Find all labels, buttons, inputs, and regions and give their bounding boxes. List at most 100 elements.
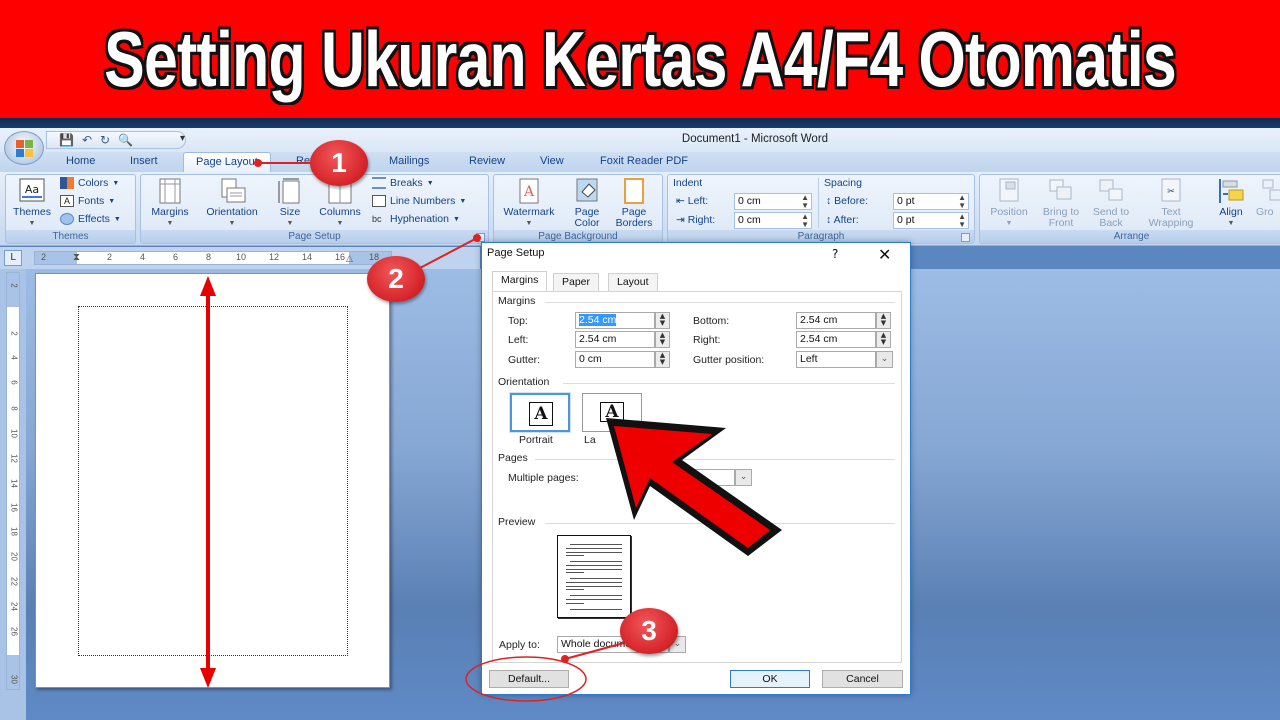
chevron-down-icon[interactable]: ⌄ — [876, 351, 893, 368]
step-badge-1: 1 — [310, 140, 368, 186]
breaks-button[interactable]: Breaks ▼ — [372, 177, 434, 189]
ruler-tick: 16 — [335, 252, 346, 262]
tab-review[interactable]: Review — [469, 155, 505, 167]
ok-button[interactable]: OK — [730, 670, 810, 688]
send-to-back-icon — [1099, 179, 1123, 201]
spinner-icon[interactable]: ▲ ▼ — [801, 194, 809, 210]
hyphenation-button[interactable]: bc Hyphenation ▼ — [372, 213, 460, 225]
orientation-button[interactable]: Orientation ▼ — [197, 178, 267, 229]
page-color-button[interactable]: Page Color — [566, 178, 608, 229]
left-margin-input[interactable]: 2.54 cm — [575, 331, 655, 348]
tab-mailings[interactable]: Mailings — [389, 155, 429, 167]
line-numbers-label: Line Numbers — [390, 195, 456, 207]
watermark-button[interactable]: A Watermark ▼ — [497, 178, 561, 229]
breaks-label: Breaks — [390, 177, 423, 189]
help-button[interactable]: ? — [832, 247, 838, 261]
group-button[interactable]: Gro — [1256, 178, 1280, 218]
multiple-pages-select[interactable] — [650, 469, 735, 486]
gutter-spinner[interactable]: ▲ ▼ — [655, 351, 670, 368]
vertical-ruler[interactable]: 2 2 4 6 8 10 12 14 16 18 20 22 24 26 30 — [6, 272, 20, 690]
chevron-down-icon[interactable]: ⌄ — [735, 469, 752, 486]
right-margin-spinner[interactable]: ▲ ▼ — [876, 331, 891, 348]
tab-view[interactable]: View — [540, 155, 564, 167]
tab-margins[interactable]: Margins — [492, 271, 548, 292]
align-button[interactable]: Align ▼ — [1210, 178, 1252, 229]
right-indent-marker-icon[interactable]: △ — [346, 254, 353, 264]
colors-button[interactable]: Colors ▼ — [60, 177, 119, 189]
effects-button[interactable]: Effects ▼ — [60, 213, 121, 225]
close-button[interactable]: ✕ — [878, 245, 891, 264]
multiple-pages-label: Multiple pages: — [508, 472, 579, 484]
preview-line — [570, 544, 622, 545]
tab-home[interactable]: Home — [66, 155, 95, 167]
page-setup-dialog-launcher[interactable] — [476, 233, 485, 242]
ruler-tick: 8 — [206, 252, 212, 262]
indent-left-icon: ⇤ — [676, 195, 685, 207]
bottom-margin-input[interactable]: 2.54 cm — [796, 312, 876, 329]
preview-line — [570, 561, 622, 562]
margins-section-label: Margins — [498, 295, 536, 307]
landscape-button[interactable]: A — [582, 393, 642, 432]
tab-selector-button[interactable]: L — [4, 250, 22, 266]
ruler-tick: 24 — [9, 602, 19, 611]
text-boundary[interactable] — [78, 306, 348, 656]
tab-paper[interactable]: Paper — [553, 273, 600, 291]
spacing-after-input[interactable]: 0 pt ▲ ▼ — [893, 212, 969, 229]
banner-title: Setting Ukuran Kertas A4/F4 Otomatis — [104, 14, 1177, 103]
window-title: Document1 - Microsoft Word — [681, 133, 829, 145]
spacing-heading: Spacing — [824, 177, 862, 189]
spinner-icon[interactable]: ▲ ▼ — [958, 194, 966, 210]
gutter-position-value: Left — [800, 353, 818, 365]
preview-line — [566, 555, 584, 556]
indent-left-input[interactable]: 0 cm ▲ ▼ — [734, 193, 812, 210]
text-wrapping-button[interactable]: ✂ Text Wrapping — [1138, 178, 1204, 229]
default-button[interactable]: Default... — [489, 670, 569, 688]
align-label: Align — [1219, 206, 1243, 218]
spinner-icon[interactable]: ▲ ▼ — [958, 213, 966, 229]
preview-line — [566, 569, 622, 570]
gutter-position-select[interactable]: Left — [796, 351, 876, 368]
spacing-before-input[interactable]: 0 pt ▲ ▼ — [893, 193, 969, 210]
size-button[interactable]: Size ▼ — [274, 178, 306, 229]
tab-page-layout[interactable]: Page Layout — [183, 152, 271, 173]
paragraph-separator — [818, 178, 819, 228]
indent-marker-icon[interactable]: ⧗ — [73, 252, 80, 264]
portrait-button[interactable]: A — [509, 392, 571, 433]
banner-divider — [0, 118, 1280, 128]
bring-to-front-button[interactable]: Bring to Front — [1036, 178, 1086, 229]
chevron-down-icon: ▼ — [1227, 220, 1235, 227]
tab-foxit-reader-pdf[interactable]: Foxit Reader PDF — [600, 155, 688, 167]
top-margin-spinner[interactable]: ▲ ▼ — [655, 312, 670, 329]
page-color-label-2: Color — [574, 217, 600, 229]
chevron-down-icon: ▼ — [286, 220, 294, 227]
left-margin-spinner[interactable]: ▲ ▼ — [655, 331, 670, 348]
tab-layout[interactable]: Layout — [608, 273, 658, 291]
svg-text:Aa: Aa — [25, 183, 39, 196]
margins-button[interactable]: Margins ▼ — [146, 178, 194, 229]
bottom-margin-spinner[interactable]: ▲ ▼ — [876, 312, 891, 329]
right-margin-input[interactable]: 2.54 cm — [796, 331, 876, 348]
chevron-down-icon: ▼ — [336, 220, 344, 227]
paragraph-dialog-launcher[interactable] — [961, 233, 970, 242]
horizontal-ruler[interactable]: 2 ⧗ 2 4 6 8 10 12 14 16 △ 18 — [34, 251, 392, 265]
tab-insert[interactable]: Insert — [130, 155, 158, 167]
indent-right-input[interactable]: 0 cm ▲ ▼ — [734, 212, 812, 229]
orientation-section-label: Orientation — [498, 376, 550, 388]
gutter-input[interactable]: 0 cm — [575, 351, 655, 368]
office-button[interactable] — [4, 131, 44, 165]
top-margin-input[interactable]: 2.54 cm — [575, 312, 655, 329]
left-margin-value: 2.54 cm — [579, 333, 617, 345]
position-label: Position — [990, 206, 1028, 218]
themes-button[interactable]: Aa Themes ▼ — [9, 178, 55, 229]
ruler-tick: 10 — [9, 429, 19, 438]
position-button[interactable]: Position ▼ — [984, 178, 1034, 229]
line-numbers-button[interactable]: Line Numbers ▼ — [372, 195, 466, 207]
ruler-tick: 22 — [9, 577, 19, 586]
fonts-button[interactable]: A Fonts ▼ — [60, 195, 115, 207]
cancel-button[interactable]: Cancel — [822, 670, 903, 688]
send-to-back-button[interactable]: Send to Back — [1088, 178, 1134, 229]
spinner-icon[interactable]: ▲ ▼ — [801, 213, 809, 229]
spacing-after-text: After: — [833, 214, 859, 226]
right-margin-value: 2.54 cm — [800, 333, 838, 345]
page-borders-button[interactable]: Page Borders — [612, 178, 656, 229]
